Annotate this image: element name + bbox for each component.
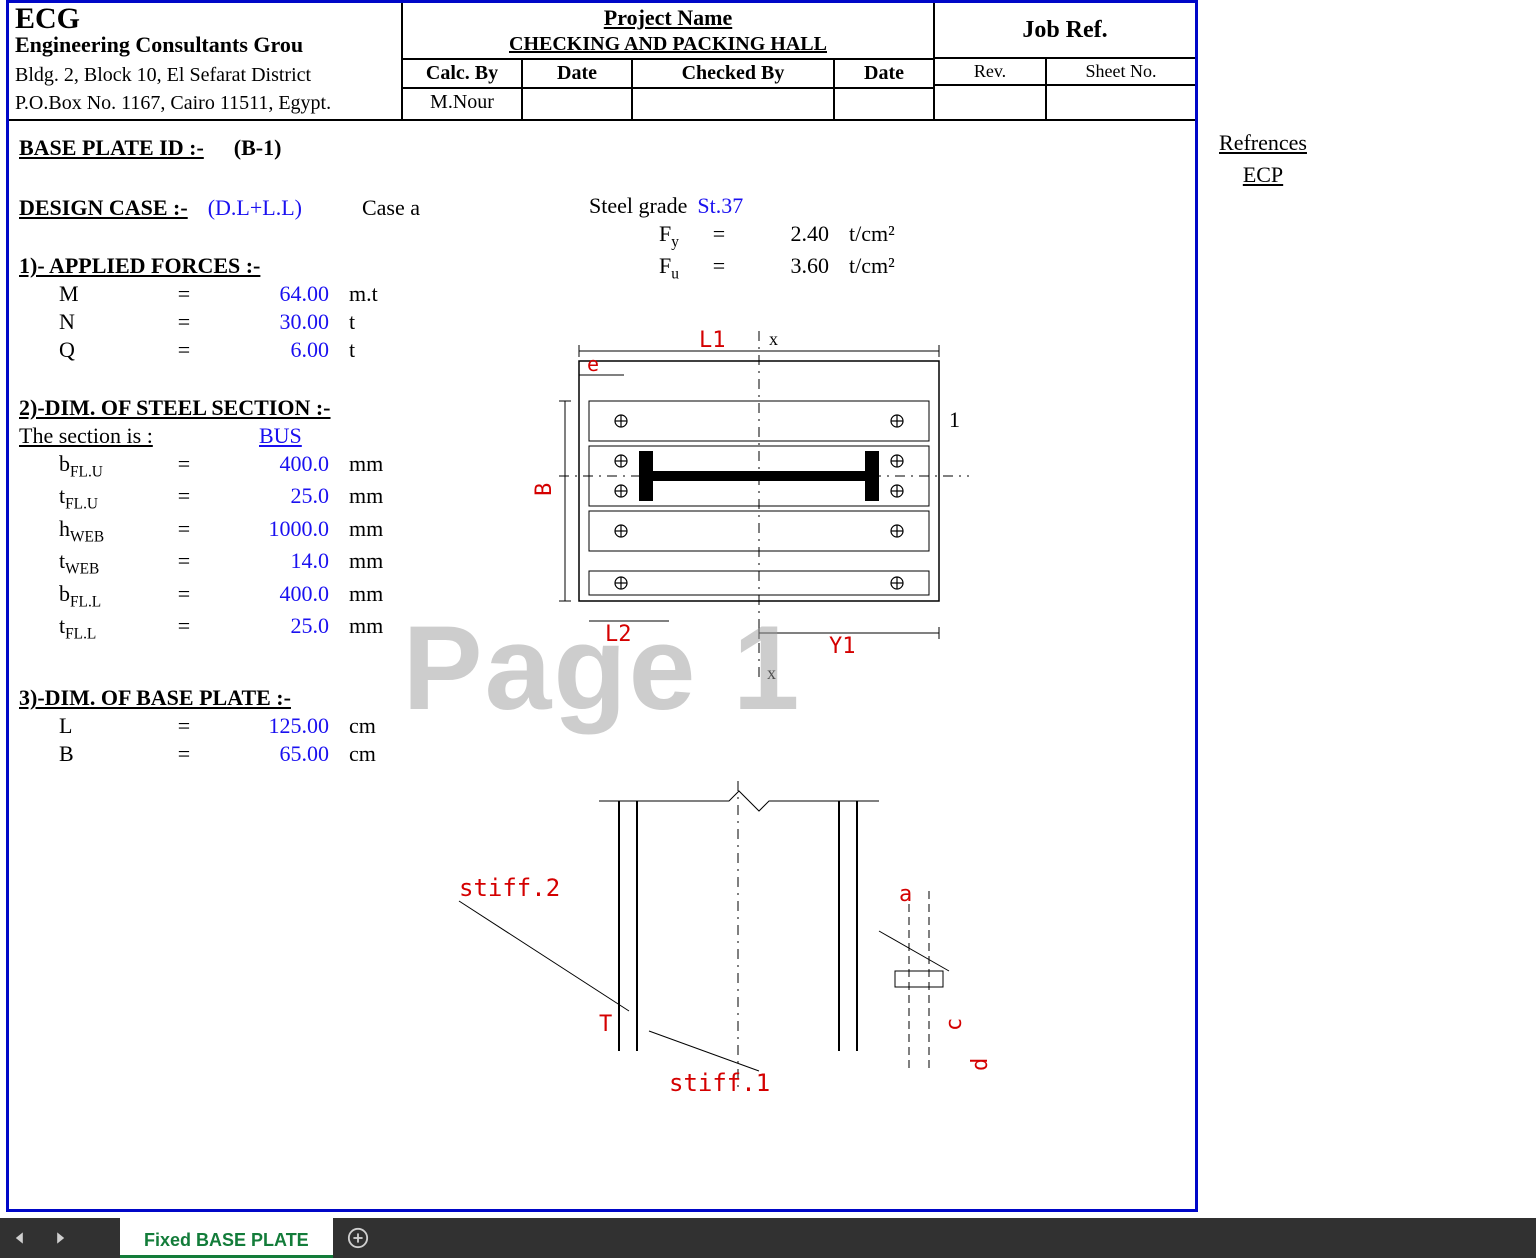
steel-grade-value: St.37 — [697, 193, 743, 219]
sheet-tab-active[interactable]: Fixed BASE PLATE — [120, 1218, 333, 1258]
fy-unit: t/cm² — [829, 221, 895, 247]
section-is-label: The section is : — [19, 423, 219, 449]
design-case-label: DESIGN CASE :- — [19, 195, 188, 221]
date2-label: Date — [835, 60, 933, 89]
svg-text:c: c — [942, 1018, 967, 1031]
section-is-value: BUS — [259, 423, 302, 449]
calc-by-label: Calc. By — [403, 60, 521, 89]
references-code: ECP — [1198, 162, 1328, 188]
svg-text:e: e — [587, 352, 599, 376]
fu-value: 3.60 — [739, 253, 829, 279]
plate-row-b: B= 65.00cm — [59, 741, 1185, 767]
baseplate-elevation-diagram: stiff.2 stiff.1 a c d T — [439, 771, 1019, 1121]
baseplate-id-label: BASE PLATE ID :- — [19, 135, 204, 161]
svg-text:stiff.1: stiff.1 — [669, 1069, 770, 1097]
checked-by-label: Checked By — [633, 60, 833, 89]
address-2: P.O.Box No. 1167, Cairo 11511, Egypt. — [15, 91, 395, 115]
steel-grade-block: Steel grade St.37 Fy = 2.40 t/cm² Fu = 3… — [589, 191, 895, 286]
svg-text:L1: L1 — [699, 328, 726, 353]
project-label: Project Name — [407, 5, 929, 31]
svg-text:stiff.2: stiff.2 — [459, 874, 560, 902]
svg-text:T: T — [599, 1012, 612, 1037]
baseplate-plan-diagram: L1 x e B L2 Y1 — [529, 321, 999, 691]
job-ref-label: Job Ref. — [935, 3, 1195, 59]
references-margin: Refrences ECP — [1198, 130, 1328, 188]
svg-text:L2: L2 — [605, 622, 632, 647]
fy-value: 2.40 — [739, 221, 829, 247]
company-block: ECG Engineering Consultants Grou Bldg. 2… — [9, 3, 401, 119]
svg-text:B: B — [532, 483, 557, 496]
title-block: ECG Engineering Consultants Grou Bldg. 2… — [9, 3, 1195, 121]
svg-text:x: x — [769, 329, 778, 349]
project-name: CHECKING AND PACKING HALL — [407, 33, 929, 56]
svg-text:1: 1 — [949, 407, 960, 432]
svg-text:x: x — [767, 663, 776, 683]
baseplate-id-value: (B-1) — [234, 135, 282, 161]
svg-text:Y1: Y1 — [829, 634, 856, 659]
steel-grade-label: Steel grade — [589, 193, 687, 219]
calc-sheet: ECG Engineering Consultants Grou Bldg. 2… — [6, 0, 1198, 1212]
calc-by-value: M.Nour — [407, 91, 517, 114]
sheet-label: Sheet No. — [1047, 59, 1195, 86]
plate-row-l: L= 125.00cm — [59, 713, 1185, 739]
address-1: Bldg. 2, Block 10, El Sefarat District — [15, 63, 395, 87]
fu-unit: t/cm² — [829, 253, 895, 279]
jobref-block: Job Ref. Rev. Sheet No. — [933, 3, 1195, 119]
sheet-tab-label: Fixed BASE PLATE — [144, 1230, 309, 1251]
design-case-name: Case a — [362, 195, 420, 221]
company-short: ECG — [15, 7, 395, 31]
tab-scroll-right-icon[interactable] — [40, 1218, 80, 1258]
svg-text:a: a — [899, 882, 912, 907]
tab-scroll-left-icon[interactable] — [0, 1218, 40, 1258]
date-label: Date — [523, 60, 631, 89]
references-label: Refrences — [1198, 130, 1328, 156]
rev-label: Rev. — [935, 59, 1045, 86]
add-sheet-button[interactable] — [333, 1218, 383, 1258]
sheet-tab-bar: Fixed BASE PLATE — [0, 1218, 1536, 1258]
svg-text:d: d — [968, 1058, 993, 1071]
company-full: Engineering Consultants Grou — [15, 33, 395, 57]
project-block: Project Name CHECKING AND PACKING HALL C… — [401, 3, 933, 119]
design-case-value: (D.L+L.L) — [208, 195, 302, 221]
